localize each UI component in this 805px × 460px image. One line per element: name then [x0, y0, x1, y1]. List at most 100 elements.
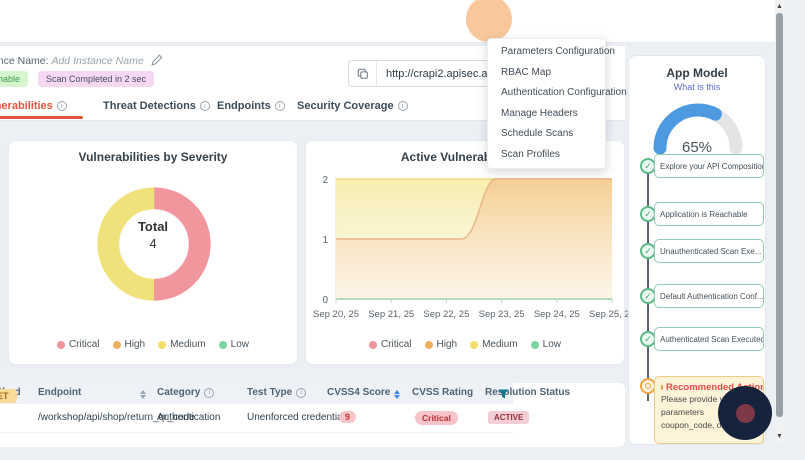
- info-icon[interactable]: i: [296, 388, 306, 398]
- copy-icon: [357, 68, 369, 80]
- step-authenticated-scan[interactable]: Authenticated Scan Executed: [654, 327, 764, 351]
- col-category: Category i: [157, 387, 214, 398]
- tab-vulnerabilities-label: Vulnerabilities: [0, 100, 53, 112]
- app-config-dropdown: Parameters Configuration RBAC Map Authen…: [487, 38, 606, 169]
- critical-dot: [57, 341, 65, 349]
- vulnerabilities-by-severity-card: Vulnerabilities by Severity Total 4 Crit…: [8, 140, 298, 365]
- copy-url-button[interactable]: [349, 61, 377, 86]
- vulnerabilities-table: Method Endpoint Categoryi Test Typei CVS…: [0, 383, 625, 447]
- col-test-type-label: Test Type: [247, 387, 292, 398]
- menu-item-parameters-configuration[interactable]: Parameters Configuration: [488, 42, 605, 63]
- step-unauthenticated-scan[interactable]: Unauthenticated Scan Exe...: [654, 239, 764, 263]
- tab-security-coverage-label: Security Coverage: [297, 100, 394, 112]
- col-cvss4-score[interactable]: CVSS4 Score: [327, 387, 390, 398]
- legend-item-low[interactable]: Low: [219, 339, 249, 350]
- method-badge: GET: [0, 389, 17, 403]
- instance-name-row: Instance Name: Add Instance Name: [0, 53, 164, 67]
- legend-item-high[interactable]: High: [425, 339, 458, 350]
- active-vulnerabilities-card: Active Vulnerabilities -: [305, 140, 625, 365]
- x-label: Sep 24, 25: [534, 309, 580, 320]
- scrollbar-thumb[interactable]: [776, 13, 783, 417]
- right-margin: [784, 0, 805, 460]
- legend-label: Low: [231, 339, 249, 350]
- sort-cvss4-score-icon[interactable]: [394, 390, 400, 399]
- scan-completed-badge: Scan Completed in 2 sec: [38, 71, 154, 87]
- legend-label: Critical: [381, 339, 412, 350]
- medium-dot: [470, 341, 478, 349]
- active-vulnerabilities-area-chart[interactable]: 2 1 0 Sep 20, 25 Sep 21, 25 Sep 22, 25 S…: [310, 167, 622, 327]
- legend-item-medium[interactable]: Medium: [158, 339, 206, 350]
- legend-label: Low: [543, 339, 561, 350]
- col-category-label: Category: [157, 387, 200, 398]
- what-is-this-link[interactable]: What is this: [629, 82, 765, 92]
- scrollbar-down-arrow[interactable]: ▼: [775, 432, 784, 441]
- top-header-bar: [0, 0, 805, 43]
- info-icon[interactable]: i: [200, 101, 210, 111]
- info-icon[interactable]: i: [204, 388, 214, 398]
- tab-endpoints[interactable]: Endpoints i: [217, 98, 285, 114]
- category-cell: Authentication: [157, 412, 220, 423]
- page-canvas: AppWithScans Scan History Scan All Endpo…: [0, 0, 805, 460]
- test-type-cell: Unenforced credentials: [247, 412, 350, 423]
- critical-dot: [369, 341, 377, 349]
- col-endpoint[interactable]: Endpoint: [38, 387, 81, 398]
- tab-vulnerabilities[interactable]: Vulnerabilities i: [0, 98, 67, 114]
- chat-widget-button[interactable]: [718, 386, 772, 440]
- donut-chart-title: Vulnerabilities by Severity: [9, 150, 297, 164]
- legend-label: High: [437, 339, 458, 350]
- menu-item-schedule-scans[interactable]: Schedule Scans: [488, 124, 605, 145]
- legend-label: Medium: [482, 339, 518, 350]
- info-icon[interactable]: i: [275, 101, 285, 111]
- step-application-reachable[interactable]: Application is Reachable: [654, 202, 764, 226]
- tab-threat-detections-label: Threat Detections: [103, 100, 196, 112]
- high-dot: [113, 341, 121, 349]
- medium-dot: [158, 341, 166, 349]
- legend-item-medium[interactable]: Medium: [470, 339, 518, 350]
- low-dot: [531, 341, 539, 349]
- info-icon[interactable]: i: [398, 101, 408, 111]
- col-test-type: Test Type i: [247, 387, 306, 398]
- legend-item-high[interactable]: High: [113, 339, 146, 350]
- filter-funnel-icon[interactable]: [498, 389, 509, 399]
- instance-name-placeholder[interactable]: Add Instance Name: [51, 55, 143, 67]
- x-label: Sep 22, 25: [423, 309, 469, 320]
- col-cvss-rating: CVSS Rating: [412, 387, 473, 398]
- menu-item-authentication-configuration[interactable]: Authentication Configuration: [488, 83, 605, 104]
- step-explore-api-composition[interactable]: Explore your API Composition: [654, 154, 764, 178]
- target-url-value[interactable]: http://crapi2.apisec.ai: [377, 68, 490, 80]
- info-icon[interactable]: i: [57, 101, 67, 111]
- resolution-status-badge: ACTIVE: [488, 411, 529, 424]
- scrollbar-up-arrow[interactable]: ▲: [775, 2, 784, 11]
- legend-label: Critical: [69, 339, 100, 350]
- donut-total-label: Total: [9, 219, 297, 234]
- legend-item-critical[interactable]: Critical: [57, 339, 100, 350]
- cvss4-score-badge: 9: [339, 411, 356, 423]
- legend-label: High: [125, 339, 146, 350]
- chat-widget-dot: [736, 404, 755, 423]
- severity-legend: Critical High Medium Low: [9, 339, 297, 350]
- y-tick-1: 1: [322, 235, 328, 246]
- legend-item-critical[interactable]: Critical: [369, 339, 412, 350]
- col-endpoint-label: Endpoint: [38, 387, 81, 398]
- tab-threat-detections[interactable]: Threat Detections i: [103, 98, 210, 114]
- tab-security-coverage[interactable]: Security Coverage i: [297, 98, 408, 114]
- menu-item-rbac-map[interactable]: RBAC Map: [488, 63, 605, 84]
- step-default-authentication[interactable]: Default Authentication Conf...: [654, 284, 764, 308]
- y-tick-2: 2: [322, 175, 328, 186]
- donut-total-value: 4: [9, 236, 297, 251]
- col-cvss4-score-label: CVSS4 Score: [327, 387, 390, 398]
- y-tick-0: 0: [322, 295, 328, 306]
- sort-endpoint-icon[interactable]: [140, 390, 146, 399]
- app-window: AppWithScans Scan History Scan All Endpo…: [0, 0, 805, 460]
- high-dot: [425, 341, 433, 349]
- menu-item-manage-headers[interactable]: Manage Headers: [488, 104, 605, 125]
- x-label: Sep 20, 25: [313, 309, 359, 320]
- tab-endpoints-label: Endpoints: [217, 100, 271, 112]
- legend-item-low[interactable]: Low: [531, 339, 561, 350]
- cvss-rating-badge: Critical: [415, 411, 458, 425]
- low-dot: [219, 341, 227, 349]
- instance-name-label: Instance Name:: [0, 55, 49, 67]
- menu-item-scan-profiles[interactable]: Scan Profiles: [488, 145, 605, 166]
- edit-instance-icon[interactable]: [150, 53, 164, 67]
- x-label: Sep 21, 25: [368, 309, 414, 320]
